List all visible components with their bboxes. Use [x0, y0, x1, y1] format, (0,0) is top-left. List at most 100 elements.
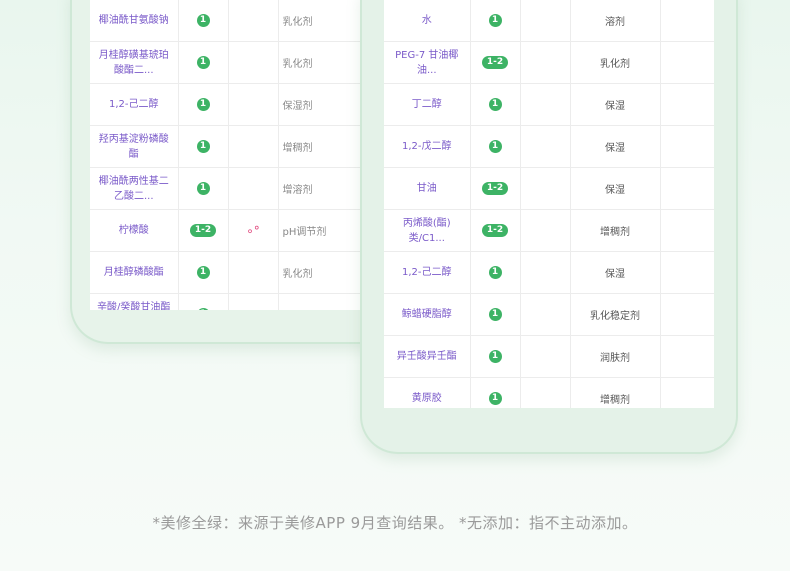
table-row[interactable]: PEG-7 甘油椰油... 1-2 乳化剂 [384, 41, 714, 84]
safety-cell: 1 [470, 0, 521, 42]
table-row[interactable]: 羟丙基淀粉磷酸酯 1 增稠剂 [90, 125, 390, 168]
safety-cell: 1-2 [470, 209, 521, 252]
empty-cell [660, 83, 714, 126]
safety-cell: 1 [178, 83, 229, 126]
safety-cell: 1-2 [470, 41, 521, 84]
ingredient-name[interactable]: 1,2-戊二醇 [384, 125, 471, 168]
empty-cell [520, 377, 571, 408]
safety-cell: 1 [178, 0, 229, 42]
safety-cell: 1 [178, 41, 229, 84]
table-row[interactable]: 椰油酰两性基二乙酸二... 1 增溶剂 [90, 167, 390, 210]
ingredient-name[interactable]: 鲸蜡硬脂醇 [384, 293, 471, 336]
empty-cell [520, 83, 571, 126]
ingredient-name[interactable]: 丙烯酸(酯)类/C1... [384, 209, 471, 252]
footnote-text: *美修全绿：来源于美修APP 9月查询结果。 *无添加：指不主动添加。 [152, 514, 638, 532]
empty-cell [520, 125, 571, 168]
table-row[interactable]: 辛酸/癸酸甘油酯类聚...1润肤剂 [90, 293, 390, 310]
ingredient-function: 保湿 [570, 83, 661, 126]
empty-cell [660, 293, 714, 336]
table-row[interactable]: 黄原胶 1 增稠剂 [384, 377, 714, 408]
table-row[interactable]: 鲸蜡硬脂醇 1 乳化稳定剂 [384, 293, 714, 336]
ingredient-name[interactable]: 柠檬酸 [90, 209, 179, 252]
safety-cell: 1 [470, 83, 521, 126]
ingredient-function: 乳化剂 [570, 41, 661, 84]
table-row[interactable]: 月桂醇磺基琥珀酸酯二... 1 乳化剂 [90, 41, 390, 84]
ingredient-name[interactable]: 椰油酰甘氨酸钠 [90, 0, 179, 42]
safety-cell: 1-2 [470, 167, 521, 210]
safety-badge: 1 [196, 56, 210, 69]
safety-badge: 1-2 [189, 224, 217, 237]
note-cell [228, 0, 279, 42]
ingredient-name[interactable]: 水 [384, 0, 471, 42]
note-cell [228, 83, 279, 126]
empty-cell [520, 41, 571, 84]
table-row[interactable]: 甘油 1-2 保湿 [384, 167, 714, 210]
empty-cell [660, 209, 714, 252]
ingredient-function: 增稠剂 [570, 377, 661, 408]
ingredient-function: 保湿 [570, 125, 661, 168]
ingredient-function: 润肤剂 [570, 335, 661, 378]
left-phone-frame: 椰油酰甘氨酸钠 1 乳化剂 月桂醇磺基琥珀酸酯二... 1 乳化剂 1,2-己二醇 1 保湿剂羟… [70, 0, 404, 344]
ingredient-name[interactable]: 丁二醇 [384, 83, 471, 126]
ingredient-name[interactable]: 月桂醇磷酸酯 [90, 251, 179, 294]
safety-badge: 1 [488, 266, 502, 279]
ingredient-name[interactable]: PEG-7 甘油椰油... [384, 41, 471, 84]
safety-cell: 1 [470, 293, 521, 336]
empty-cell [520, 0, 571, 42]
ingredient-name[interactable]: 羟丙基淀粉磷酸酯 [90, 125, 179, 168]
empty-cell [520, 209, 571, 252]
ingredient-function: 增稠剂 [570, 209, 661, 252]
table-row[interactable]: 1,2-己二醇 1 保湿 [384, 251, 714, 294]
safety-badge: 1 [488, 98, 502, 111]
table-row[interactable]: 丙烯酸(酯)类/C1... 1-2 增稠剂 [384, 209, 714, 252]
note-cell [228, 125, 279, 168]
table-row[interactable]: 1,2-己二醇 1 保湿剂 [90, 83, 390, 126]
bubble-icon: ∘° [246, 223, 260, 238]
table-row[interactable]: 水 1 溶剂 [384, 0, 714, 42]
safety-cell: 1 [470, 335, 521, 378]
ingredient-function: 乳化稳定剂 [570, 293, 661, 336]
ingredient-function: 溶剂 [570, 0, 661, 42]
empty-cell [660, 377, 714, 408]
safety-cell: 1 [178, 125, 229, 168]
empty-cell [660, 167, 714, 210]
ingredient-name[interactable]: 辛酸/癸酸甘油酯类聚... [90, 293, 179, 310]
safety-badge: 1 [196, 266, 210, 279]
safety-cell: 1 [470, 251, 521, 294]
safety-badge: 1 [196, 308, 210, 310]
ingredient-name[interactable]: 甘油 [384, 167, 471, 210]
note-cell [228, 41, 279, 84]
empty-cell [660, 251, 714, 294]
ingredient-function: 保湿 [570, 251, 661, 294]
left-ingredient-table: 椰油酰甘氨酸钠 1 乳化剂 月桂醇磺基琥珀酸酯二... 1 乳化剂 1,2-己二醇 1 保湿剂羟… [90, 0, 390, 310]
ingredient-name[interactable]: 1,2-己二醇 [384, 251, 471, 294]
empty-cell [660, 41, 714, 84]
safety-badge: 1 [488, 350, 502, 363]
empty-cell [520, 251, 571, 294]
table-row[interactable]: 月桂醇磷酸酯 1 乳化剂 [90, 251, 390, 294]
note-cell [228, 251, 279, 294]
ingredient-name[interactable]: 椰油酰两性基二乙酸二... [90, 167, 179, 210]
note-cell [228, 293, 279, 310]
safety-badge: 1 [488, 308, 502, 321]
empty-cell [520, 167, 571, 210]
safety-badge: 1 [488, 392, 502, 405]
empty-cell [520, 335, 571, 378]
note-cell [228, 167, 279, 210]
table-row[interactable]: 柠檬酸 1-2 ∘° pH调节剂 [90, 209, 390, 252]
ingredient-name[interactable]: 黄原胶 [384, 377, 471, 408]
ingredient-name[interactable]: 1,2-己二醇 [90, 83, 179, 126]
table-row[interactable]: 椰油酰甘氨酸钠 1 乳化剂 [90, 0, 390, 42]
table-row[interactable]: 1,2-戊二醇 1 保湿 [384, 125, 714, 168]
safety-cell: 1 [470, 377, 521, 408]
ingredient-name[interactable]: 月桂醇磺基琥珀酸酯二... [90, 41, 179, 84]
table-row[interactable]: 丁二醇 1 保湿 [384, 83, 714, 126]
ingredient-name[interactable]: 异壬酸异壬酯 [384, 335, 471, 378]
safety-badge: 1 [196, 98, 210, 111]
safety-cell: 1 [178, 167, 229, 210]
table-row[interactable]: 异壬酸异壬酯 1 润肤剂 [384, 335, 714, 378]
right-phone-frame: 水 1 溶剂 PEG-7 甘油椰油... 1-2 乳化剂 丁二醇 1 保湿 1,2-戊二醇 1 保湿甘… [360, 0, 738, 454]
safety-cell: 1 [470, 125, 521, 168]
safety-cell: 1-2 [178, 209, 229, 252]
empty-cell [520, 293, 571, 336]
